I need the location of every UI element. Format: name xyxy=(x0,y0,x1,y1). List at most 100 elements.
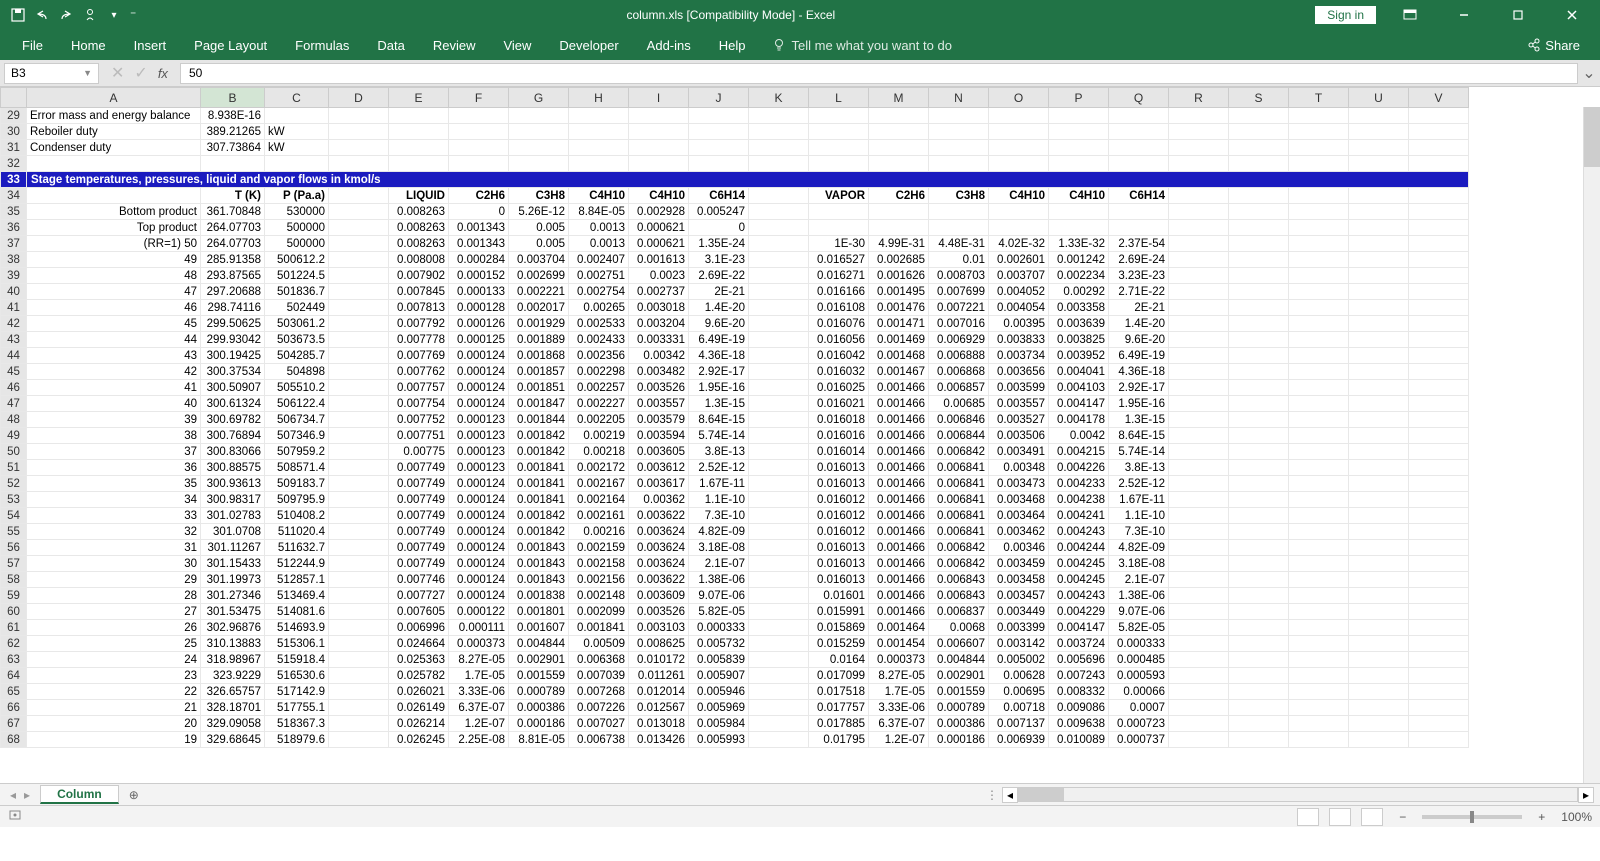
cell[interactable] xyxy=(1169,204,1229,220)
cell[interactable]: 21 xyxy=(27,700,201,716)
cancel-formula-icon[interactable]: ✕ xyxy=(111,63,124,83)
cell[interactable]: 0.015991 xyxy=(809,604,869,620)
row-header-36[interactable]: 36 xyxy=(1,220,27,236)
cell[interactable]: 512857.1 xyxy=(265,572,329,588)
row-header-55[interactable]: 55 xyxy=(1,524,27,540)
cell[interactable]: 0.003459 xyxy=(989,556,1049,572)
cell[interactable] xyxy=(1229,396,1289,412)
cell[interactable] xyxy=(1289,444,1349,460)
cell[interactable]: 0.016013 xyxy=(809,476,869,492)
cell[interactable]: 0.004041 xyxy=(1049,364,1109,380)
cell[interactable] xyxy=(1289,540,1349,556)
cell[interactable] xyxy=(1169,652,1229,668)
cell[interactable] xyxy=(1349,444,1409,460)
cell[interactable]: 516530.6 xyxy=(265,668,329,684)
cell[interactable]: 0.003734 xyxy=(989,348,1049,364)
cell[interactable]: 0.007243 xyxy=(1049,668,1109,684)
row-header-63[interactable]: 63 xyxy=(1,652,27,668)
cell[interactable] xyxy=(1229,572,1289,588)
cell[interactable]: 0.026214 xyxy=(389,716,449,732)
cell[interactable]: 1.2E-07 xyxy=(869,732,929,748)
cell[interactable]: 4.36E-18 xyxy=(689,348,749,364)
cell[interactable]: 0.003331 xyxy=(629,332,689,348)
cell[interactable]: 0.016014 xyxy=(809,444,869,460)
hscroll-left-icon[interactable]: ◂ xyxy=(1002,787,1018,803)
cell[interactable]: 0.001466 xyxy=(869,524,929,540)
cell[interactable] xyxy=(1229,108,1289,124)
cell[interactable] xyxy=(1349,268,1409,284)
sheet-tab-column[interactable]: Column xyxy=(40,785,119,804)
cell[interactable]: 26 xyxy=(27,620,201,636)
cell[interactable]: 35 xyxy=(27,476,201,492)
cell[interactable]: 3.33E-06 xyxy=(449,684,509,700)
row-header-65[interactable]: 65 xyxy=(1,684,27,700)
cell[interactable] xyxy=(329,156,389,172)
scrollbar-thumb[interactable] xyxy=(1584,107,1600,167)
cell[interactable] xyxy=(1409,508,1469,524)
row-header-37[interactable]: 37 xyxy=(1,236,27,252)
cell[interactable] xyxy=(1169,156,1229,172)
cell[interactable]: 0.003833 xyxy=(989,332,1049,348)
cell[interactable] xyxy=(1289,364,1349,380)
cell[interactable]: 0.004243 xyxy=(1049,524,1109,540)
cell[interactable]: 0.001801 xyxy=(509,604,569,620)
cell[interactable] xyxy=(1409,540,1469,556)
cell[interactable] xyxy=(809,108,869,124)
row-header-38[interactable]: 38 xyxy=(1,252,27,268)
cell[interactable]: 0.024664 xyxy=(389,636,449,652)
cell[interactable] xyxy=(749,364,809,380)
cell[interactable]: 514693.9 xyxy=(265,620,329,636)
cell[interactable]: 0.003358 xyxy=(1049,300,1109,316)
cell[interactable]: 503673.5 xyxy=(265,332,329,348)
cell[interactable] xyxy=(929,204,989,220)
cell[interactable]: 500000 xyxy=(265,220,329,236)
cell[interactable]: 505510.2 xyxy=(265,380,329,396)
cell[interactable] xyxy=(1049,108,1109,124)
cell[interactable] xyxy=(1409,556,1469,572)
cell[interactable]: 513469.4 xyxy=(265,588,329,604)
ribbon-tab-file[interactable]: File xyxy=(8,32,57,59)
cell[interactable] xyxy=(1409,716,1469,732)
cell[interactable]: 0.007137 xyxy=(989,716,1049,732)
cell[interactable]: 0.001841 xyxy=(569,620,629,636)
fx-icon[interactable]: fx xyxy=(158,66,168,81)
cell[interactable] xyxy=(1229,444,1289,460)
cell[interactable] xyxy=(1109,204,1169,220)
cell[interactable]: 0.004054 xyxy=(989,300,1049,316)
cell[interactable]: 0.000128 xyxy=(449,300,509,316)
cell[interactable]: 49 xyxy=(27,252,201,268)
row-header-56[interactable]: 56 xyxy=(1,540,27,556)
cell[interactable]: 0.001841 xyxy=(509,492,569,508)
cell[interactable]: 4.82E-09 xyxy=(1109,540,1169,556)
cell[interactable]: 0.003952 xyxy=(1049,348,1109,364)
cell[interactable] xyxy=(1409,396,1469,412)
cell[interactable]: 507346.9 xyxy=(265,428,329,444)
cell[interactable]: 0.00718 xyxy=(989,700,1049,716)
cell[interactable] xyxy=(1409,364,1469,380)
cell[interactable]: 504285.7 xyxy=(265,348,329,364)
cell[interactable]: 5.74E-14 xyxy=(1109,444,1169,460)
cell[interactable]: 0.000593 xyxy=(1109,668,1169,684)
cell[interactable] xyxy=(1289,684,1349,700)
cell[interactable] xyxy=(1169,364,1229,380)
cell[interactable] xyxy=(1349,508,1409,524)
cell[interactable] xyxy=(1289,428,1349,444)
column-header-R[interactable]: R xyxy=(1169,88,1229,108)
cell[interactable] xyxy=(27,188,201,204)
cell[interactable]: 29 xyxy=(27,572,201,588)
cell[interactable]: 0.016527 xyxy=(809,252,869,268)
cell[interactable]: 8.27E-05 xyxy=(449,652,509,668)
cell[interactable] xyxy=(1349,188,1409,204)
ribbon-tab-formulas[interactable]: Formulas xyxy=(281,32,363,59)
cell[interactable]: 0.004238 xyxy=(1049,492,1109,508)
cell[interactable]: 5.74E-14 xyxy=(689,428,749,444)
cell[interactable]: 0.00628 xyxy=(989,668,1049,684)
cell[interactable]: 0.007605 xyxy=(389,604,449,620)
cell[interactable] xyxy=(1169,492,1229,508)
cell[interactable]: 2.69E-22 xyxy=(689,268,749,284)
column-header-N[interactable]: N xyxy=(929,88,989,108)
cell[interactable]: 300.83066 xyxy=(201,444,265,460)
cell[interactable]: 0.001842 xyxy=(509,508,569,524)
column-header-O[interactable]: O xyxy=(989,88,1049,108)
cell[interactable] xyxy=(929,156,989,172)
